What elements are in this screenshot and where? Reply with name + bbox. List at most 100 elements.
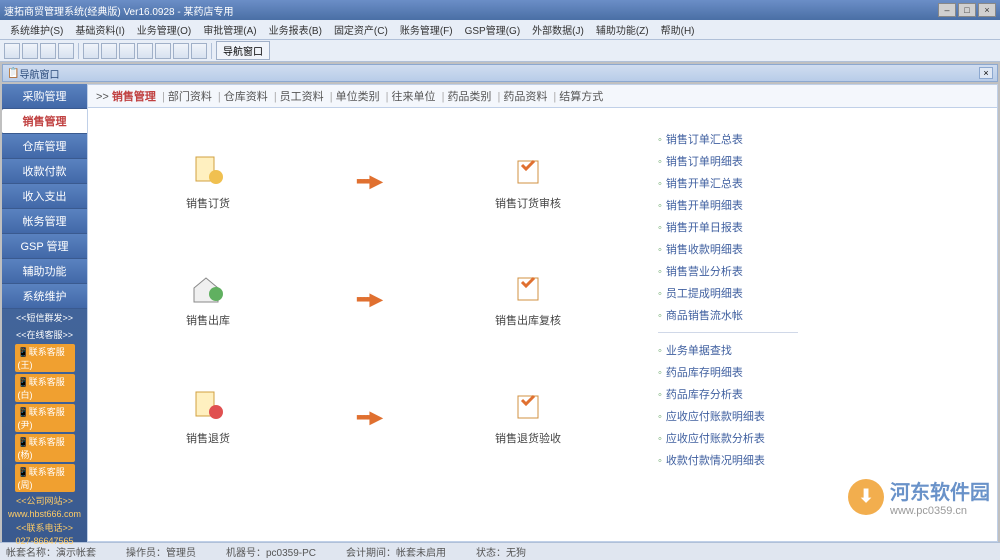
- wf-sales-return[interactable]: 销售退货: [148, 388, 268, 446]
- minimize-button[interactable]: –: [938, 3, 956, 17]
- sidebar-item-accounts[interactable]: 帐务管理: [2, 209, 87, 234]
- report-link[interactable]: ◦销售收款明细表: [658, 238, 798, 260]
- sidebar-contact-badge[interactable]: 📱联系客服(周): [15, 464, 75, 492]
- arrow-icon: ▪▪▪▪▶: [268, 407, 468, 428]
- tool-btn-9[interactable]: [155, 43, 171, 59]
- close-button[interactable]: ×: [978, 3, 996, 17]
- wf-label: 销售出库复核: [468, 312, 588, 328]
- report-link[interactable]: ◦应收应付账款明细表: [658, 405, 798, 427]
- menubar: 系统维护(S) 基础资料(I) 业务管理(O) 审批管理(A) 业务报表(B) …: [0, 20, 1000, 40]
- menu-basedata[interactable]: 基础资料(I): [69, 20, 130, 39]
- sidebar-service-link[interactable]: <<在线客服>>: [2, 326, 87, 343]
- wf-label: 销售出库: [148, 312, 268, 328]
- subwindow-close-button[interactable]: ×: [979, 67, 993, 79]
- toolbar-separator: [78, 43, 79, 59]
- report-link[interactable]: ◦销售订单明细表: [658, 150, 798, 172]
- sidebar: 采购管理 销售管理 仓库管理 收款付款 收入支出 帐务管理 GSP 管理 辅助功…: [2, 84, 87, 542]
- sidebar-contact-badge[interactable]: 📱联系客服(杨): [15, 434, 75, 462]
- tool-btn-7[interactable]: [119, 43, 135, 59]
- menu-system[interactable]: 系统维护(S): [4, 20, 69, 39]
- sidebar-item-sales[interactable]: 销售管理: [2, 109, 87, 134]
- tab-warehouse[interactable]: 仓库资料: [224, 91, 268, 103]
- wf-sales-order[interactable]: 销售订货: [148, 153, 268, 211]
- menu-assets[interactable]: 固定资产(C): [328, 20, 394, 39]
- sidebar-item-payment[interactable]: 收款付款: [2, 159, 87, 184]
- sidebar-item-income[interactable]: 收入支出: [2, 184, 87, 209]
- status-operator: 操作员：管理员: [126, 544, 196, 559]
- status-machine: 机器号：pc0359-PC: [226, 544, 316, 559]
- status-state: 状态：无狗: [476, 544, 526, 559]
- tool-btn-8[interactable]: [137, 43, 153, 59]
- tab-unittype[interactable]: 单位类别: [336, 91, 380, 103]
- watermark-name: 河东软件园: [890, 476, 990, 505]
- tab-employee[interactable]: 员工资料: [280, 91, 324, 103]
- content-panel: >> 销售管理 |部门资料 |仓库资料 |员工资料 |单位类别 |往来单位 |药…: [87, 84, 998, 542]
- wf-sales-return-accept[interactable]: 销售退货验收: [468, 388, 588, 446]
- sidebar-item-warehouse[interactable]: 仓库管理: [2, 134, 87, 159]
- document-check-icon: [508, 388, 548, 424]
- sidebar-contact-badge[interactable]: 📱联系客服(尹): [15, 404, 75, 432]
- subwindow-title: 导航窗口: [19, 66, 979, 81]
- nav-window-button[interactable]: 导航窗口: [216, 41, 270, 60]
- report-link[interactable]: ◦商品销售流水帐: [658, 304, 798, 326]
- toolbar-separator: [211, 43, 212, 59]
- tab-dept[interactable]: 部门资料: [168, 91, 212, 103]
- report-link[interactable]: ◦药品库存分析表: [658, 383, 798, 405]
- tab-active[interactable]: 销售管理: [112, 91, 156, 103]
- report-link[interactable]: ◦销售开单明细表: [658, 194, 798, 216]
- sidebar-contact-badge[interactable]: 📱联系客服(王): [15, 344, 75, 372]
- tool-btn-5[interactable]: [83, 43, 99, 59]
- report-link[interactable]: ◦销售开单日报表: [658, 216, 798, 238]
- sidebar-item-aux[interactable]: 辅助功能: [2, 259, 87, 284]
- sidebar-item-gsp[interactable]: GSP 管理: [2, 234, 87, 259]
- tab-drugs[interactable]: 药品资料: [503, 91, 547, 103]
- menu-aux[interactable]: 辅助功能(Z): [590, 20, 655, 39]
- menu-approval[interactable]: 审批管理(A): [197, 20, 262, 39]
- tool-btn-3[interactable]: [40, 43, 56, 59]
- wf-label: 销售订货: [148, 195, 268, 211]
- sidebar-phone-label: <<联系电话>>: [2, 520, 87, 535]
- sidebar-item-sysmaint[interactable]: 系统维护: [2, 284, 87, 309]
- menu-reports[interactable]: 业务报表(B): [263, 20, 328, 39]
- house-user-icon: [188, 270, 228, 306]
- wf-label: 销售退货验收: [468, 430, 588, 446]
- titlebar-text: 速拓商贸管理系统(经典版) Ver16.0928 - 某药店专用: [4, 3, 938, 18]
- tool-btn-6[interactable]: [101, 43, 117, 59]
- tool-btn-2[interactable]: [22, 43, 38, 59]
- watermark-logo-icon: ⬇: [848, 479, 884, 515]
- sidebar-sms-link[interactable]: <<短信群发>>: [2, 309, 87, 326]
- report-link[interactable]: ◦业务单据查找: [658, 339, 798, 361]
- report-link[interactable]: ◦药品库存明细表: [658, 361, 798, 383]
- wf-sales-out[interactable]: 销售出库: [148, 270, 268, 328]
- report-link[interactable]: ◦销售开单汇总表: [658, 172, 798, 194]
- report-link[interactable]: ◦销售营业分析表: [658, 260, 798, 282]
- wf-sales-order-audit[interactable]: 销售订货审核: [468, 153, 588, 211]
- subwindow-titlebar: 📋 导航窗口 ×: [2, 64, 998, 82]
- sidebar-website-label: <<公司网站>>: [2, 493, 87, 508]
- tool-btn-10[interactable]: [173, 43, 189, 59]
- maximize-button[interactable]: □: [958, 3, 976, 17]
- menu-help[interactable]: 帮助(H): [655, 20, 701, 39]
- sidebar-item-purchase[interactable]: 采购管理: [2, 84, 87, 109]
- sidebar-contact-badge[interactable]: 📱联系客服(白): [15, 374, 75, 402]
- report-link[interactable]: ◦应收应付账款分析表: [658, 427, 798, 449]
- menu-gsp[interactable]: GSP管理(G): [459, 20, 527, 39]
- tab-drugtype[interactable]: 药品类别: [447, 91, 491, 103]
- arrow-icon: ▪▪▪▪▶: [268, 289, 468, 310]
- menu-business[interactable]: 业务管理(O): [131, 20, 197, 39]
- titlebar: 速拓商贸管理系统(经典版) Ver16.0928 - 某药店专用 – □ ×: [0, 0, 1000, 20]
- tool-btn-11[interactable]: [191, 43, 207, 59]
- menu-accounting[interactable]: 账务管理(F): [394, 20, 459, 39]
- menu-external[interactable]: 外部数据(J): [526, 20, 590, 39]
- wf-sales-out-review[interactable]: 销售出库复核: [468, 270, 588, 328]
- sidebar-website-url[interactable]: www.hbst666.com: [2, 508, 87, 520]
- tab-contacts[interactable]: 往来单位: [392, 91, 436, 103]
- tab-settle[interactable]: 结算方式: [559, 91, 603, 103]
- tool-btn-4[interactable]: [58, 43, 74, 59]
- report-link[interactable]: ◦销售订单汇总表: [658, 128, 798, 150]
- report-link[interactable]: ◦员工提成明细表: [658, 282, 798, 304]
- tool-btn-1[interactable]: [4, 43, 20, 59]
- document-return-icon: [188, 388, 228, 424]
- wf-label: 销售订货审核: [468, 195, 588, 211]
- report-link[interactable]: ◦收款付款情况明细表: [658, 449, 798, 471]
